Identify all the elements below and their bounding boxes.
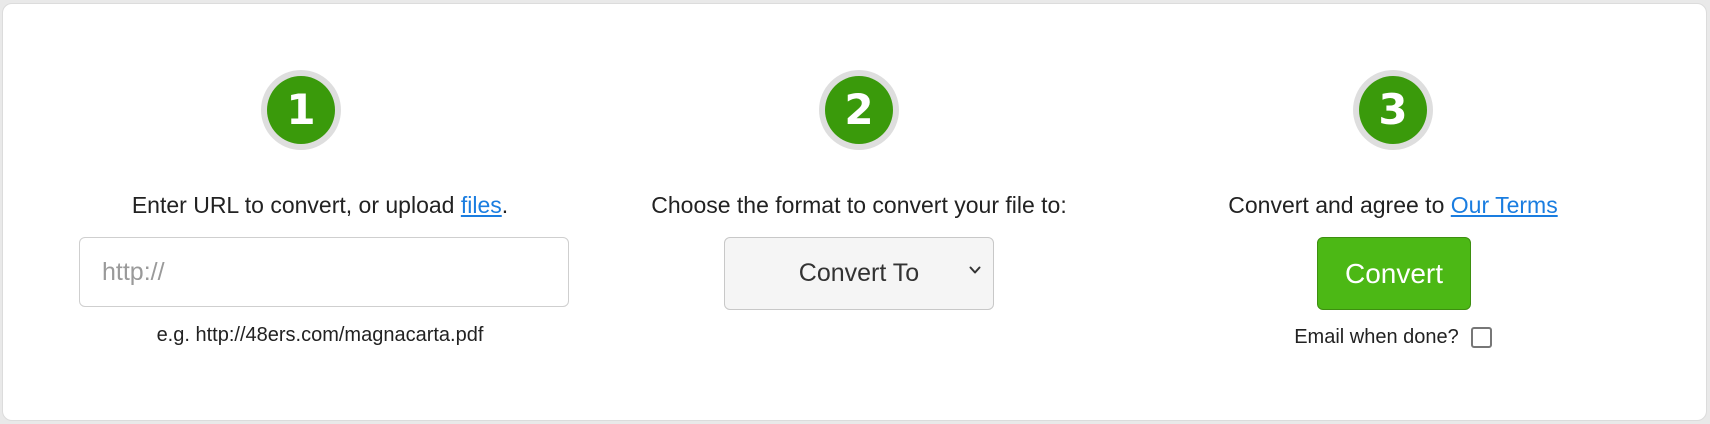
convert-to-selected-value: Convert To (798, 259, 920, 287)
step-2-instruction: Choose the format to convert your file t… (651, 192, 1067, 218)
step-1-number: 1 (267, 76, 335, 144)
convert-to-select[interactable]: Convert To (724, 237, 994, 310)
url-example-hint: e.g. http://48ers.com/magnacarta.pdf (156, 324, 484, 346)
email-when-done-checkbox[interactable] (1470, 327, 1492, 348)
step-1-badge: 1 (261, 70, 341, 150)
upload-files-link[interactable]: files (461, 192, 502, 218)
step-3-badge: 3 (1353, 70, 1433, 150)
step-2-number: 2 (825, 76, 893, 144)
step-2-badge: 2 (819, 70, 899, 150)
step-1-text-end: . (501, 192, 509, 218)
step-3-text: Convert and agree to (1228, 192, 1451, 218)
step-1-instruction: Enter URL to convert, or upload files. (75, 192, 565, 219)
step-1-text: Enter URL to convert, or upload (131, 192, 461, 218)
chevron-down-icon (969, 266, 981, 274)
step-3-column: 3 Convert and agree to Our Terms Convert… (1163, 4, 1623, 420)
email-when-done-row: Email when done? (1163, 326, 1623, 349)
step-1-column: 1 Enter URL to convert, or upload files.… (75, 4, 569, 420)
email-when-done-label: Email when done? (1294, 326, 1459, 348)
convert-button[interactable]: Convert (1317, 237, 1471, 310)
step-3-instruction: Convert and agree to Our Terms (1163, 192, 1623, 219)
step-2-column: 2 Choose the format to convert your file… (601, 4, 1117, 420)
converter-panel: 1 Enter URL to convert, or upload files.… (2, 3, 1707, 421)
step-3-number: 3 (1359, 76, 1427, 144)
url-input[interactable] (79, 237, 569, 307)
our-terms-link[interactable]: Our Terms (1451, 192, 1558, 218)
